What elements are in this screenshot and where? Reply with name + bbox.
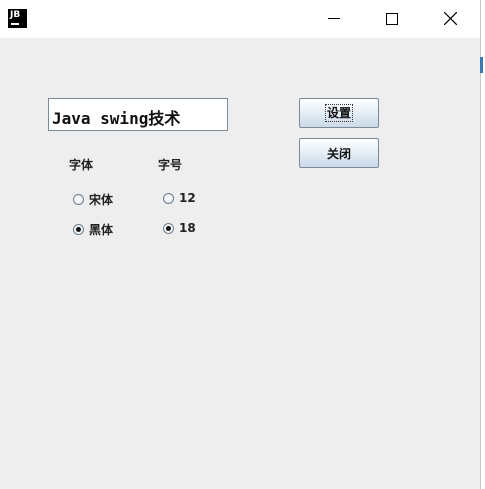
text-input[interactable]: Java swing技术 (48, 98, 228, 131)
set-button[interactable]: 设置 (299, 98, 379, 128)
radio-size-18[interactable]: 18 (163, 221, 196, 235)
app-icon-text: JB (10, 10, 21, 20)
radio-songti[interactable]: 宋体 (73, 191, 113, 208)
radio-label: 宋体 (89, 193, 114, 207)
radio-circle-icon[interactable] (73, 194, 84, 205)
font-family-label: 字体 (69, 158, 94, 172)
maximize-icon[interactable] (363, 0, 421, 38)
radio-heiti[interactable]: 黑体 (73, 221, 113, 238)
radio-checked-icon[interactable] (73, 224, 84, 235)
radio-size-12[interactable]: 12 (163, 191, 196, 205)
close-icon[interactable] (421, 0, 479, 38)
minimize-icon[interactable] (305, 0, 363, 38)
radio-label: 黑体 (89, 223, 114, 237)
close-button[interactable]: 关闭 (299, 138, 379, 168)
app-icon: JB (8, 9, 27, 28)
radio-checked-icon[interactable] (163, 222, 174, 234)
radio-circle-icon[interactable] (163, 192, 174, 204)
close-button-label: 关闭 (326, 146, 351, 161)
title-bar: JB (0, 0, 480, 38)
radio-label: 12 (179, 191, 196, 205)
radio-label: 18 (179, 221, 196, 235)
window-edge (480, 0, 485, 489)
set-button-label: 设置 (324, 104, 353, 122)
font-size-label: 字号 (158, 158, 183, 172)
